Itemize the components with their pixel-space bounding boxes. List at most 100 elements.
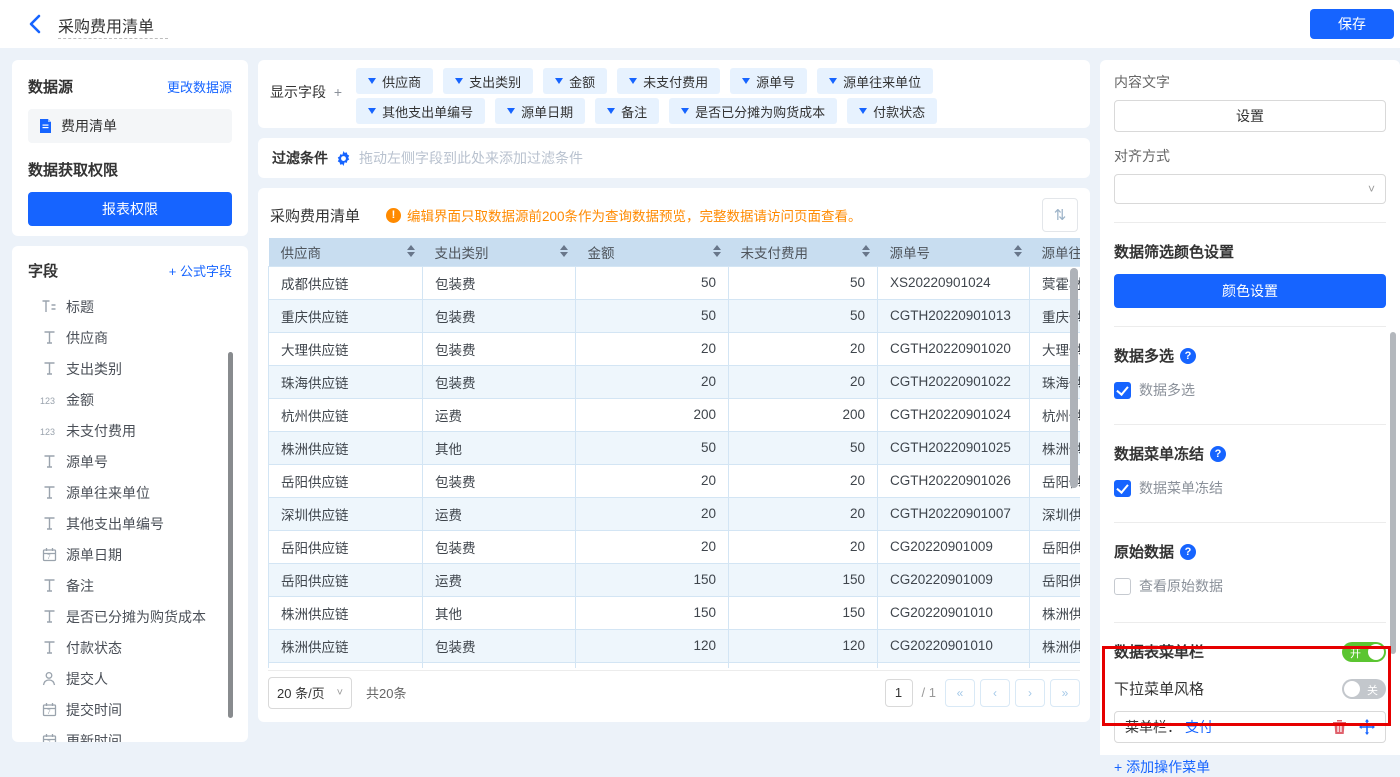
report-designer-app: 采购费用清单 保存 数据源 更改数据源 费用清单 数据获取权限 报表权限 字段 … bbox=[0, 0, 1400, 755]
color-settings-button[interactable]: 颜色设置 bbox=[1114, 274, 1386, 308]
table-cell: 50 bbox=[729, 431, 878, 464]
field-item[interactable]: 供应商 bbox=[28, 322, 232, 353]
field-item[interactable]: 支出类别 bbox=[28, 353, 232, 384]
menu-freeze-checkbox[interactable]: 数据菜单冻结 bbox=[1114, 478, 1386, 498]
datasource-item[interactable]: 费用清单 bbox=[28, 109, 232, 143]
table-row[interactable]: 大理供应链包装费2020CGTH20220901020大理供应链 bbox=[269, 332, 1081, 365]
field-item[interactable]: 7源单日期 bbox=[28, 539, 232, 570]
prev-page-button[interactable]: ‹ bbox=[980, 679, 1010, 707]
column-header[interactable]: 源单号 bbox=[878, 238, 1030, 266]
svg-text:123: 123 bbox=[40, 427, 55, 437]
table-panel: 采购费用清单 ! 编辑界面只取数据源前200条作为查询数据预览，完整数据请访问页… bbox=[258, 188, 1090, 722]
column-header[interactable]: 支出类别 bbox=[423, 238, 576, 266]
field-item[interactable]: 123未支付费用 bbox=[28, 415, 232, 446]
change-datasource-link[interactable]: 更改数据源 bbox=[167, 77, 232, 96]
display-field-chip[interactable]: 源单往来单位 bbox=[817, 68, 933, 94]
display-field-chip[interactable]: 供应商 bbox=[356, 68, 433, 94]
datasource-panel: 数据源 更改数据源 费用清单 数据获取权限 报表权限 bbox=[12, 60, 248, 236]
trash-icon[interactable] bbox=[1332, 719, 1347, 735]
back-icon[interactable] bbox=[26, 13, 46, 35]
table-row[interactable]: 株洲供应链其他5050CGTH20220901025株洲供应链 bbox=[269, 431, 1081, 464]
field-item[interactable]: 123金额 bbox=[28, 384, 232, 415]
field-item[interactable]: 是否已分摊为购货成本 bbox=[28, 601, 232, 632]
first-page-button[interactable]: « bbox=[945, 679, 975, 707]
next-page-button[interactable]: › bbox=[1015, 679, 1045, 707]
field-item[interactable]: 7提交时间 bbox=[28, 694, 232, 725]
sort-arrows-icon[interactable] bbox=[713, 245, 721, 257]
page-number-input[interactable] bbox=[885, 679, 913, 707]
add-formula-field-link[interactable]: + 公式字段 bbox=[169, 261, 232, 280]
display-field-chip[interactable]: 付款状态 bbox=[847, 98, 937, 124]
align-label: 对齐方式 bbox=[1114, 146, 1386, 166]
display-field-chip[interactable]: 源单日期 bbox=[495, 98, 585, 124]
dropdown-style-toggle-off[interactable]: 关 bbox=[1342, 679, 1386, 699]
table-row[interactable]: 珠海供应链包装费2020CGTH20220901022珠海供应链 bbox=[269, 365, 1081, 398]
column-header[interactable]: 金额 bbox=[576, 238, 729, 266]
field-item[interactable]: 7更新时间 bbox=[28, 725, 232, 742]
table-row[interactable]: 岳阳供应链包装费2020CG20220901009岳阳供应链 bbox=[269, 530, 1081, 563]
field-item[interactable]: 付款状态 bbox=[28, 632, 232, 663]
filter-panel[interactable]: 过滤条件 拖动左侧字段到此处来添加过滤条件 bbox=[258, 138, 1090, 178]
help-icon[interactable]: ? bbox=[1180, 544, 1196, 560]
sort-icon[interactable]: ⇅ bbox=[1042, 198, 1078, 232]
column-header[interactable]: 源单往来单位 bbox=[1030, 238, 1081, 266]
field-item[interactable]: 源单往来单位 bbox=[28, 477, 232, 508]
column-header[interactable]: 未支付费用 bbox=[729, 238, 878, 266]
table-row[interactable]: 株洲供应链其他150150CG20220901010株洲供应链 bbox=[269, 596, 1081, 629]
report-permission-button[interactable]: 报表权限 bbox=[28, 192, 232, 226]
move-icon[interactable] bbox=[1359, 719, 1375, 735]
chip-label: 源单往来单位 bbox=[843, 72, 921, 91]
chevron-down-icon: ˅ bbox=[1368, 182, 1375, 196]
table-row[interactable]: 岳阳供应链包装费2020CGTH20220901026岳阳供应链 bbox=[269, 464, 1081, 497]
table-vertical-scrollbar[interactable] bbox=[1070, 268, 1078, 488]
menu-bar-item[interactable]: 菜单栏： 支付 bbox=[1114, 711, 1386, 743]
display-field-chip[interactable]: 未支付费用 bbox=[617, 68, 720, 94]
table-row[interactable]: 岳阳供应链运费150150CG20220901009岳阳供应链 bbox=[269, 563, 1081, 596]
field-item[interactable]: 源单号 bbox=[28, 446, 232, 477]
sort-arrows-icon[interactable] bbox=[407, 245, 415, 257]
display-field-chip[interactable]: 是否已分摊为购货成本 bbox=[669, 98, 837, 124]
help-icon[interactable]: ? bbox=[1210, 446, 1226, 462]
content-text-settings-button[interactable]: 设置 bbox=[1114, 100, 1386, 132]
title-icon bbox=[40, 299, 58, 314]
toggle-knob bbox=[1344, 681, 1360, 697]
table-cell: 20 bbox=[576, 365, 729, 398]
save-button[interactable]: 保存 bbox=[1310, 9, 1394, 39]
sort-arrows-icon[interactable] bbox=[862, 245, 870, 257]
table-cell: 150 bbox=[729, 563, 878, 596]
table-menu-toggle-on[interactable]: 开 bbox=[1342, 642, 1386, 662]
fields-scrollbar[interactable] bbox=[228, 352, 233, 718]
table-row[interactable]: 株洲供应链包装费120120CG20220901010株洲供应链 bbox=[269, 629, 1081, 662]
field-item[interactable]: 备注 bbox=[28, 570, 232, 601]
last-page-button[interactable]: » bbox=[1050, 679, 1080, 707]
table-row[interactable]: 杭州供应链运费200200CGTH20220901024杭州供应链 bbox=[269, 398, 1081, 431]
display-field-chip[interactable]: 源单号 bbox=[730, 68, 807, 94]
field-item[interactable]: 其他支出单编号 bbox=[28, 508, 232, 539]
page-size-select[interactable]: 20 条/页 ˅ bbox=[268, 677, 352, 709]
field-item[interactable]: 标题 bbox=[28, 291, 232, 322]
align-select[interactable]: ˅ bbox=[1114, 174, 1386, 204]
add-action-menu-link[interactable]: + 添加操作菜单 bbox=[1114, 757, 1386, 777]
gear-icon[interactable] bbox=[336, 151, 351, 166]
table-row[interactable]: 重庆供应链包装费5050CGTH20220901013重庆供应链 bbox=[269, 299, 1081, 332]
table-cell: 20 bbox=[729, 365, 878, 398]
help-icon[interactable]: ? bbox=[1180, 348, 1196, 364]
table-cell: CG20220901009 bbox=[878, 563, 1030, 596]
properties-scrollbar[interactable] bbox=[1390, 332, 1396, 654]
display-field-chip[interactable]: 备注 bbox=[595, 98, 659, 124]
sort-arrows-icon[interactable] bbox=[560, 245, 568, 257]
display-field-chip[interactable]: 其他支出单编号 bbox=[356, 98, 485, 124]
table-cell: 岳阳供应链 bbox=[269, 563, 423, 596]
field-item[interactable]: 提交人 bbox=[28, 663, 232, 694]
display-field-chip[interactable]: 金额 bbox=[543, 68, 607, 94]
column-header[interactable]: 供应商 bbox=[269, 238, 423, 266]
sort-arrows-icon[interactable] bbox=[1014, 245, 1022, 257]
table-row[interactable]: 成都供应链包装费5050XS20220901024蓂霍材料 bbox=[269, 266, 1081, 299]
multi-select-checkbox[interactable]: 数据多选 bbox=[1114, 380, 1386, 400]
table-row[interactable]: 深圳供应链运费2020CGTH20220901007深圳供应链 bbox=[269, 497, 1081, 530]
add-display-field-button[interactable]: + bbox=[334, 84, 342, 100]
table-cell: CG20220901010 bbox=[878, 596, 1030, 629]
display-field-chip[interactable]: 支出类别 bbox=[443, 68, 533, 94]
menu-bar-value[interactable]: 支付 bbox=[1185, 717, 1213, 737]
raw-data-checkbox[interactable]: 查看原始数据 bbox=[1114, 576, 1386, 596]
